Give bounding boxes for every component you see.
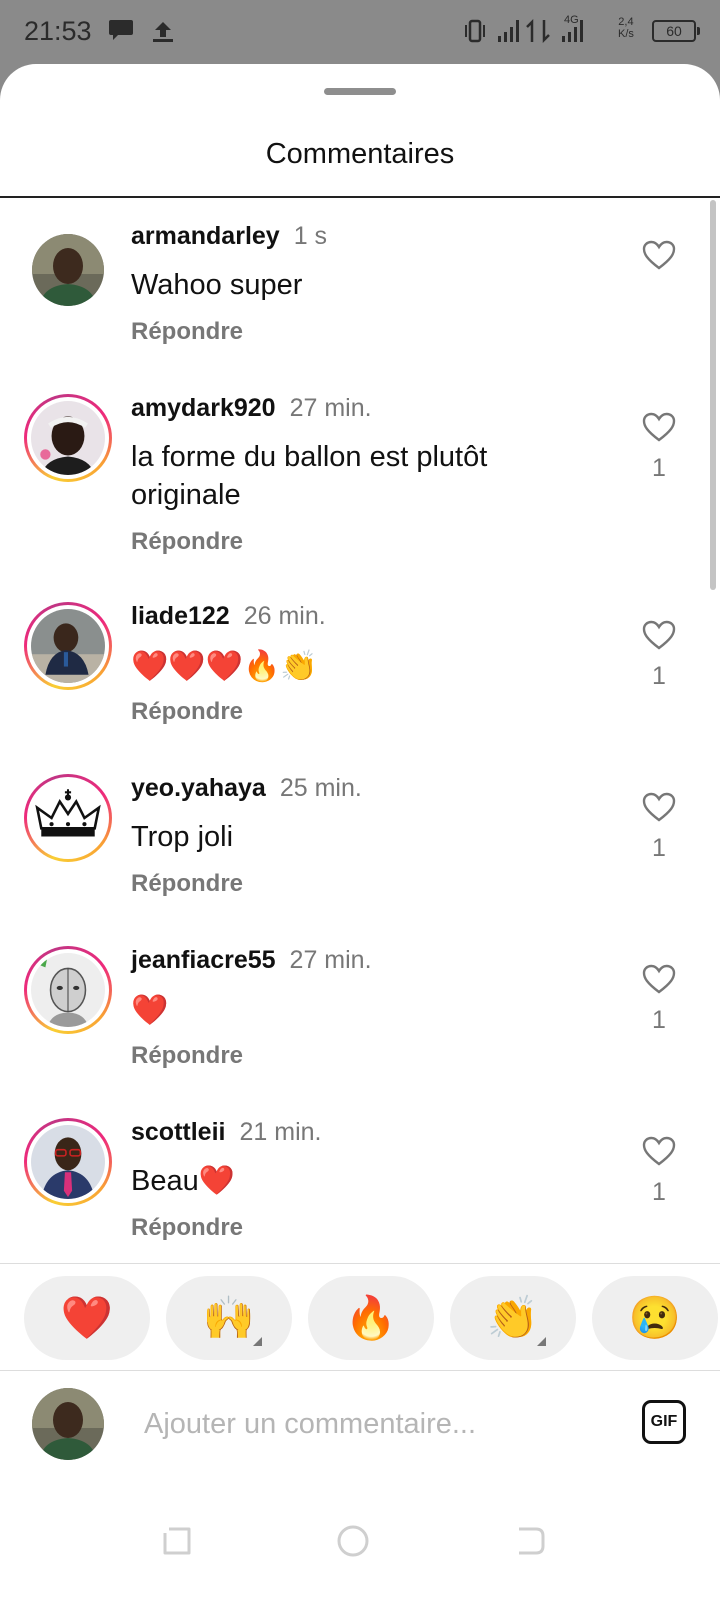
clapping-hands-emoji-icon: 👏 bbox=[486, 1294, 540, 1341]
avatar[interactable] bbox=[24, 1118, 112, 1206]
comment-time: 21 min. bbox=[239, 1118, 322, 1146]
comment-time: 1 s bbox=[293, 222, 328, 250]
like-count: 1 bbox=[652, 1006, 666, 1034]
comment-text: ❤️❤️❤️🔥👏 bbox=[131, 650, 318, 683]
avatar[interactable] bbox=[24, 774, 112, 862]
gif-button[interactable]: GIF bbox=[642, 1400, 686, 1444]
recent-apps-icon[interactable] bbox=[160, 1524, 194, 1558]
like-heart-icon[interactable] bbox=[642, 240, 676, 270]
like-heart-icon[interactable] bbox=[642, 964, 676, 994]
reply-button[interactable]: Répondre bbox=[131, 1214, 243, 1242]
comment-header: armandarley 1 s bbox=[131, 222, 327, 251]
comment-username[interactable]: armandarley bbox=[131, 222, 280, 250]
status-bar: 21:53 4G 2,4 K/s 60 bbox=[0, 0, 720, 66]
like-heart-icon[interactable] bbox=[642, 412, 676, 442]
sheet-title: Commentaires bbox=[265, 138, 455, 170]
comment-header: liade122 26 min. bbox=[131, 602, 326, 631]
comment-text: Wahoo super bbox=[131, 269, 303, 301]
comments-list[interactable]: armandarley 1 s Wahoo super Répondre amy… bbox=[0, 200, 720, 1264]
reaction-clapping-hands-button[interactable]: 👏 bbox=[450, 1276, 576, 1360]
like-count: 1 bbox=[652, 834, 666, 862]
crown-icon bbox=[31, 781, 105, 855]
like-count: 1 bbox=[652, 662, 666, 690]
comment-input[interactable] bbox=[144, 1404, 604, 1444]
avatar[interactable] bbox=[24, 946, 112, 1034]
reaction-heart-button[interactable]: ❤️ bbox=[24, 1276, 150, 1360]
like-count: 1 bbox=[652, 1178, 666, 1206]
comment-username[interactable]: scottleii bbox=[131, 1118, 225, 1146]
avatar[interactable] bbox=[32, 234, 104, 306]
like-count: 1 bbox=[652, 454, 666, 482]
comment-header: jeanfiacre55 27 min. bbox=[131, 946, 372, 975]
avatar[interactable] bbox=[24, 602, 112, 690]
signal-status-icons bbox=[465, 18, 583, 44]
comment-header: yeo.yahaya 25 min. bbox=[131, 774, 362, 803]
like-heart-icon[interactable] bbox=[642, 792, 676, 822]
reply-button[interactable]: Répondre bbox=[131, 528, 243, 556]
reaction-crying-face-button[interactable]: 😢 bbox=[592, 1276, 718, 1360]
battery-indicator: 60 bbox=[652, 20, 700, 42]
status-time: 21:53 bbox=[24, 16, 92, 46]
comment-username[interactable]: jeanfiacre55 bbox=[131, 946, 276, 974]
like-heart-icon[interactable] bbox=[642, 1136, 676, 1166]
scrollbar[interactable] bbox=[710, 200, 716, 590]
avatar-photo-man-glasses-tie bbox=[31, 1125, 105, 1199]
comments-bottom-divider bbox=[0, 1263, 720, 1264]
comment-text: la forme du ballon est plutôt originale bbox=[131, 441, 488, 511]
avatar[interactable] bbox=[24, 394, 112, 482]
avatar-photo-man-suit-desk bbox=[31, 609, 105, 683]
reply-button[interactable]: Répondre bbox=[131, 1042, 243, 1070]
avatar-photo-woman-headband bbox=[31, 401, 105, 475]
reply-button[interactable]: Répondre bbox=[131, 698, 243, 726]
comment-time: 26 min. bbox=[243, 602, 326, 630]
back-icon[interactable] bbox=[514, 1524, 548, 1558]
skin-tone-options-indicator bbox=[537, 1337, 546, 1346]
comment-header: amydark920 27 min. bbox=[131, 394, 372, 423]
like-heart-icon[interactable] bbox=[642, 620, 676, 650]
comment-header: scottleii 21 min. bbox=[131, 1118, 321, 1147]
network-type: 4G bbox=[564, 14, 579, 26]
reactions-divider bbox=[0, 1370, 720, 1371]
comment-username[interactable]: liade122 bbox=[131, 602, 230, 630]
heart-emoji-icon: ❤️ bbox=[60, 1294, 114, 1341]
upload-notification-icon bbox=[153, 22, 173, 42]
comment-text: ❤️ bbox=[131, 994, 169, 1027]
comment-time: 25 min. bbox=[279, 774, 362, 802]
network-speed: 2,4 K/s bbox=[618, 16, 634, 40]
reply-button[interactable]: Répondre bbox=[131, 870, 243, 898]
current-user-avatar bbox=[32, 1388, 104, 1460]
comment-time: 27 min. bbox=[289, 946, 372, 974]
reaction-fire-button[interactable]: 🔥 bbox=[308, 1276, 434, 1360]
avatar-photo-man-green-shirt bbox=[32, 234, 104, 306]
comment-username[interactable]: amydark920 bbox=[131, 394, 276, 422]
comment-username[interactable]: yeo.yahaya bbox=[131, 774, 266, 802]
comment-text: Beau❤️ bbox=[131, 1165, 235, 1197]
raising-hands-emoji-icon: 🙌 bbox=[202, 1294, 256, 1341]
skin-tone-options-indicator bbox=[253, 1337, 262, 1346]
speed-unit: K/s bbox=[618, 28, 634, 40]
crying-face-emoji-icon: 😢 bbox=[628, 1294, 682, 1341]
avatar-photo-man-green-shirt bbox=[32, 1388, 104, 1460]
comments-sheet: Commentaires armandarley 1 s Wahoo super … bbox=[0, 64, 720, 1600]
reply-button[interactable]: Répondre bbox=[131, 318, 243, 346]
reaction-raising-hands-button[interactable]: 🙌 bbox=[166, 1276, 292, 1360]
fire-emoji-icon: 🔥 bbox=[344, 1294, 398, 1341]
speed-value: 2,4 bbox=[618, 16, 634, 28]
message-notification-icon bbox=[109, 20, 133, 40]
avatar-photo-man-sketch bbox=[31, 953, 105, 1027]
comment-time: 27 min. bbox=[289, 394, 372, 422]
quick-reactions-bar: ❤️ 🙌 🔥 👏 😢 bbox=[0, 1276, 720, 1360]
home-icon[interactable] bbox=[336, 1524, 370, 1558]
drag-handle[interactable] bbox=[324, 88, 396, 95]
title-divider bbox=[0, 196, 720, 198]
comment-text: Trop joli bbox=[131, 821, 234, 853]
system-navigation-bar bbox=[0, 1484, 720, 1600]
